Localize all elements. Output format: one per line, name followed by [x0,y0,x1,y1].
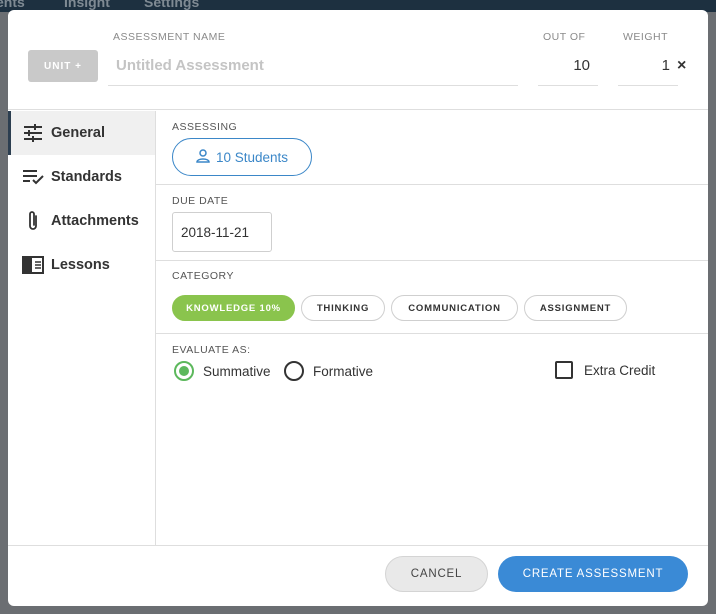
category-knowledge-button[interactable]: KNOWLEDGE 10% [172,295,295,321]
extra-credit-label: Extra Credit [584,362,656,378]
create-assessment-modal: UNIT + ASSESSMENT NAME Untitled Assessme… [8,10,708,606]
students-button[interactable]: 10 Students [172,138,312,176]
evaluate-section: EVALUATE AS: Summative Formative Extra C… [156,334,708,414]
assessing-label: ASSESSING [172,121,238,133]
assessment-name-input[interactable]: Untitled Assessment [108,54,518,86]
out-of-label: OUT OF [543,31,586,43]
sliders-icon [22,122,44,144]
background-nav-item: Insight [64,0,110,10]
background-nav-item: ents [0,0,25,10]
modal-footer: CANCEL CREATE ASSESSMENT [8,545,708,606]
category-thinking-button[interactable]: THINKING [301,295,385,321]
checkbox-icon [555,361,573,379]
sidebar-item-general[interactable]: General [8,111,155,155]
students-button-label: 10 Students [215,149,289,165]
weight-label: WEIGHT [623,31,668,43]
create-assessment-button[interactable]: CREATE ASSESSMENT [498,556,688,592]
summative-label: Summative [203,363,271,379]
sidebar-item-label: Lessons [51,257,110,273]
sidebar-item-lessons[interactable]: Lessons [8,243,155,287]
out-of-input[interactable]: 10 [538,54,598,86]
checklist-icon [22,166,44,188]
assessing-section: ASSESSING 10 Students [156,111,708,185]
radio-selected-icon [174,361,194,381]
radio-unselected-icon [284,361,304,381]
cancel-button[interactable]: CANCEL [385,556,488,592]
evaluate-label: EVALUATE AS: [172,344,251,356]
sidebar-item-label: General [51,125,105,141]
sidebar-item-label: Attachments [51,213,139,229]
unit-button[interactable]: UNIT + [28,50,98,82]
sidebar-item-label: Standards [51,169,122,185]
formative-label: Formative [313,363,374,379]
due-date-label: DUE DATE [172,195,229,207]
user-icon [196,148,210,166]
sidebar: General Standards Attachments Lessons [8,111,156,545]
due-date-section: DUE DATE 2018-11-21 [156,185,708,261]
general-panel: ASSESSING 10 Students DUE DATE 2018-11-2… [156,111,708,545]
weight-input[interactable]: 1 [618,54,678,86]
sidebar-item-attachments[interactable]: Attachments [8,199,155,243]
category-communication-button[interactable]: COMMUNICATION [391,295,518,321]
assessment-name-label: ASSESSMENT NAME [113,31,226,43]
extra-credit-checkbox[interactable]: Extra Credit [555,361,655,379]
sidebar-item-standards[interactable]: Standards [8,155,155,199]
paperclip-icon [22,210,44,232]
modal-header: UNIT + ASSESSMENT NAME Untitled Assessme… [8,10,708,110]
due-date-input[interactable]: 2018-11-21 [172,212,272,252]
book-icon [22,254,44,276]
category-assignment-button[interactable]: ASSIGNMENT [524,295,627,321]
summative-radio[interactable]: Summative [174,361,271,381]
background-nav-item: Settings [144,0,200,10]
close-icon[interactable]: × [677,57,686,75]
category-section: CATEGORY KNOWLEDGE 10% THINKING COMMUNIC… [156,261,708,334]
category-label: CATEGORY [172,270,234,282]
formative-radio[interactable]: Formative [284,361,373,381]
